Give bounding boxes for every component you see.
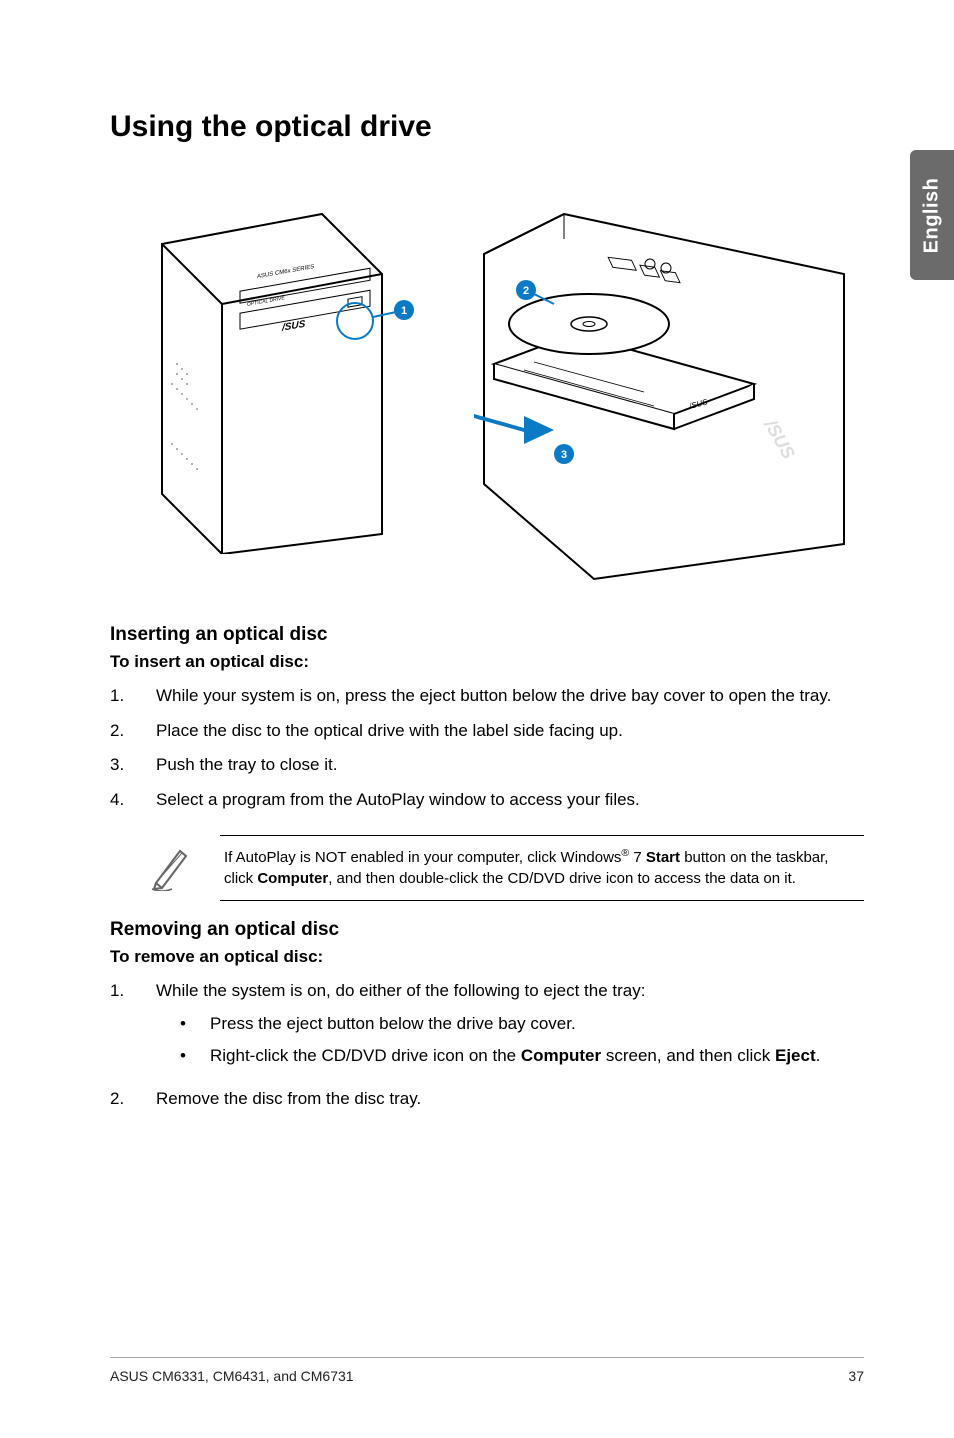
note-pencil-icon bbox=[150, 835, 192, 891]
remove-substeps: Press the eject button below the drive b… bbox=[156, 1012, 864, 1069]
language-tab-label: English bbox=[921, 177, 944, 253]
open-tray-illustration: /SUS 2 3 /SUS bbox=[444, 184, 864, 584]
remove-subhead: To remove an optical disc: bbox=[110, 947, 864, 967]
insert-subhead: To insert an optical disc: bbox=[110, 652, 864, 672]
figure-closed-pc: ASUS CM6x SERIES OPTICAL DRIVE /SUS 1 bbox=[110, 184, 434, 554]
remove-steps: 1. While the system is on, do either of … bbox=[110, 979, 864, 1112]
callout-3: 3 bbox=[561, 449, 567, 461]
list-item: Press the eject button below the drive b… bbox=[156, 1012, 864, 1037]
note-block: If AutoPlay is NOT enabled in your compu… bbox=[150, 835, 864, 902]
list-item: 3.Push the tray to close it. bbox=[110, 753, 864, 778]
footer-left: ASUS CM6331, CM6431, and CM6731 bbox=[110, 1368, 354, 1384]
insert-steps: 1.While your system is on, press the eje… bbox=[110, 684, 864, 813]
list-item: 2.Place the disc to the optical drive wi… bbox=[110, 719, 864, 744]
remove-heading: Removing an optical disc bbox=[110, 919, 864, 941]
note-text: If AutoPlay is NOT enabled in your compu… bbox=[220, 835, 864, 902]
list-item: 1. While the system is on, do either of … bbox=[110, 979, 864, 1077]
insert-heading: Inserting an optical disc bbox=[110, 624, 864, 646]
figure-row: ASUS CM6x SERIES OPTICAL DRIVE /SUS 1 bbox=[110, 184, 864, 584]
callout-2: 2 bbox=[523, 285, 529, 297]
page-footer: ASUS CM6331, CM6431, and CM6731 37 bbox=[110, 1368, 864, 1384]
list-item: 2.Remove the disc from the disc tray. bbox=[110, 1087, 864, 1112]
list-item: Right-click the CD/DVD drive icon on the… bbox=[156, 1044, 864, 1069]
closed-pc-illustration: ASUS CM6x SERIES OPTICAL DRIVE /SUS 1 bbox=[122, 184, 422, 554]
figure-open-tray: /SUS 2 3 /SUS bbox=[444, 184, 864, 584]
list-item: 4.Select a program from the AutoPlay win… bbox=[110, 788, 864, 813]
list-item: 1.While your system is on, press the eje… bbox=[110, 684, 864, 709]
callout-1: 1 bbox=[401, 305, 407, 317]
page-title: Using the optical drive bbox=[110, 110, 864, 144]
footer-page-number: 37 bbox=[848, 1368, 864, 1384]
footer-rule bbox=[110, 1357, 864, 1358]
language-tab: English bbox=[910, 150, 954, 280]
